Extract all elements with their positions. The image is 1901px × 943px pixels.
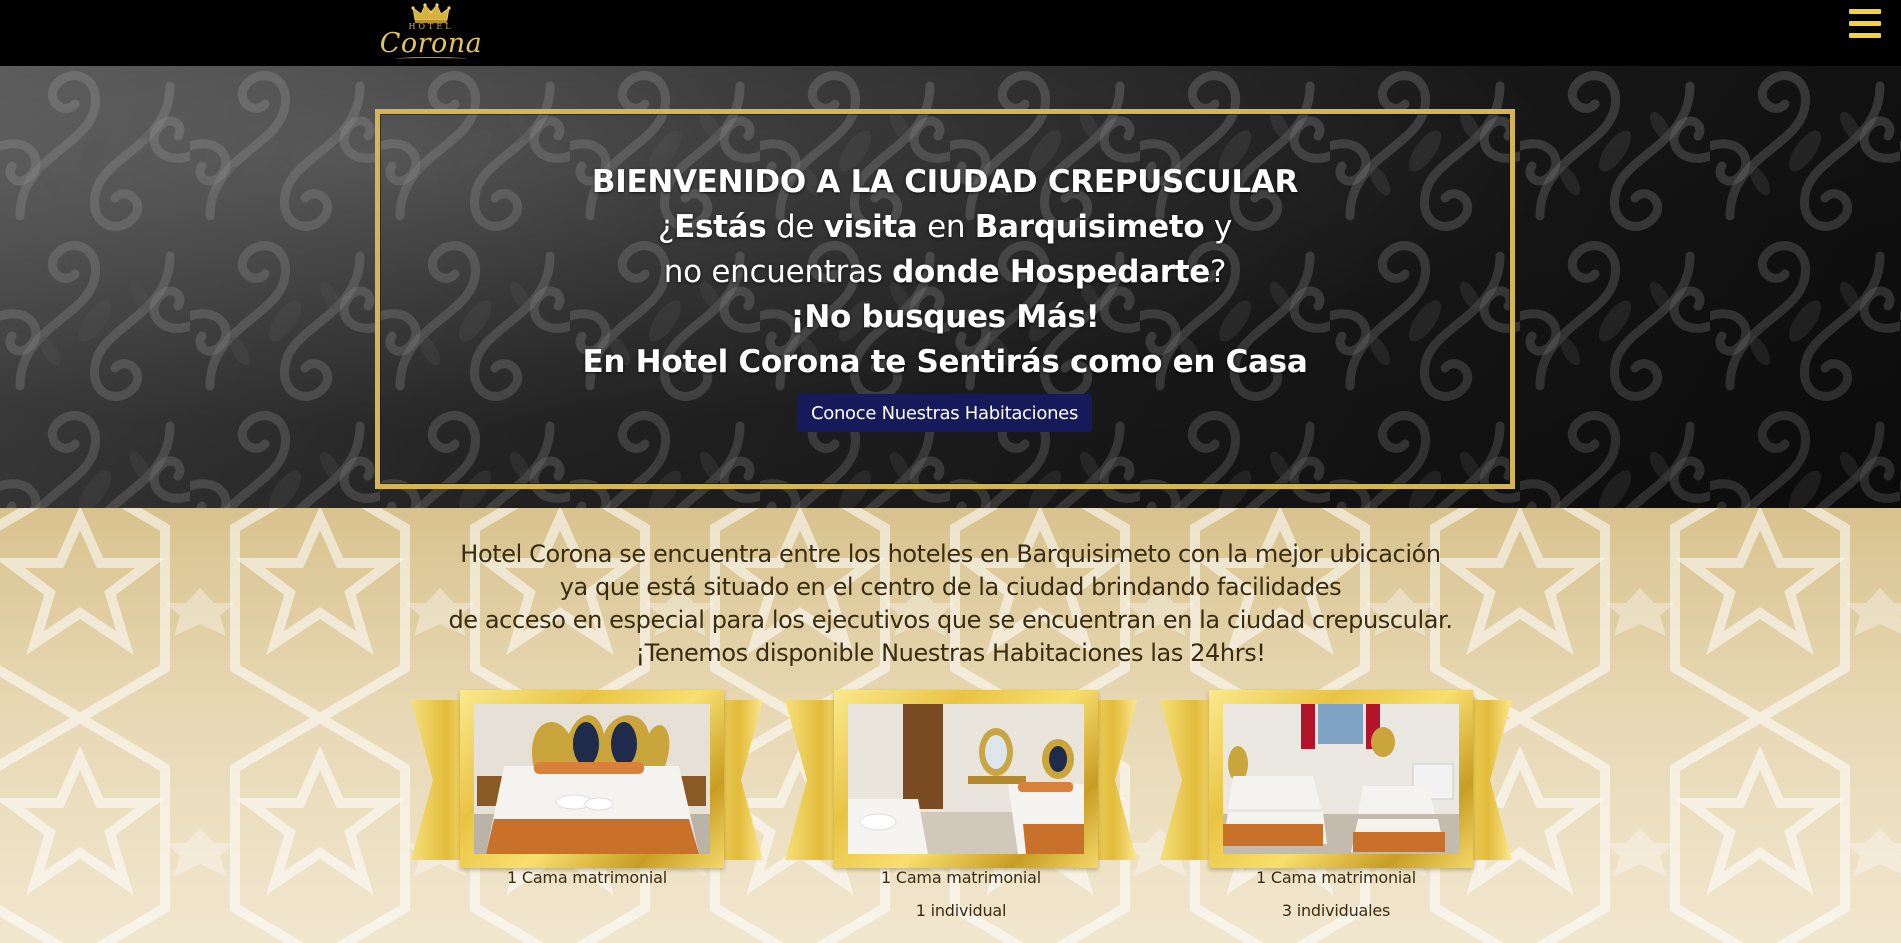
hero-headline: BIENVENIDO A LA CIUDAD CREPUSCULAR ¿Está… (375, 160, 1515, 385)
room-caption: 1 Cama matrimonial (880, 868, 1042, 887)
room-card-2[interactable] (785, 690, 1137, 870)
room-photo-illustration (474, 704, 710, 854)
hotel-logo[interactable]: HOTEL Corona (372, 2, 490, 62)
hero-line-no-busques: ¡No busques Más! (790, 299, 1100, 335)
room-photo-illustration (1223, 704, 1459, 854)
hamburger-menu-button[interactable] (1849, 9, 1881, 39)
hero-text-fragment: visita (823, 209, 918, 245)
about-line: ¡Tenemos disponible Nuestras Habitacione… (635, 639, 1266, 667)
hero-line-home: En Hotel Corona te Sentirás como en Casa (582, 344, 1308, 380)
hero-line-welcome: BIENVENIDO A LA CIUDAD CREPUSCULAR (591, 164, 1299, 200)
hamburger-icon-bar (1849, 21, 1881, 26)
room-caption-secondary: 3 individuales (1281, 901, 1391, 920)
hero-text-fragment: ? (1210, 254, 1227, 290)
room-card-1[interactable] (411, 690, 763, 870)
logo-brand-text: Corona (379, 28, 483, 59)
about-line: Hotel Corona se encuentra entre los hote… (460, 540, 1441, 568)
hamburger-icon (1849, 9, 1881, 14)
hero-line-lodging: no encuentras donde Hospedarte? (375, 250, 1515, 295)
about-line: ya que está situado en el centro de la c… (559, 573, 1342, 601)
room-photo[interactable] (474, 704, 710, 854)
about-text: Hotel Corona se encuentra entre los hote… (0, 538, 1901, 670)
crown-icon (411, 3, 451, 23)
hero-text-fragment: donde Hospedarte (892, 254, 1211, 290)
hero-line-visit: ¿Estás de visita en Barquisimeto y (375, 205, 1515, 250)
hero-text-fragment: no encuentras (663, 254, 893, 290)
about-line: de acceso en especial para los ejecutivo… (448, 606, 1453, 634)
room-caption: 1 Cama matrimonial (1255, 868, 1417, 887)
room-caption: 1 Cama matrimonial (506, 868, 668, 887)
room-photo-illustration (848, 704, 1084, 854)
room-photo[interactable] (848, 704, 1084, 854)
room-caption-secondary: 1 individual (915, 901, 1007, 920)
hero-text-fragment: de (766, 209, 824, 245)
room-photo[interactable] (1223, 704, 1459, 854)
top-navbar: HOTEL Corona (0, 0, 1901, 66)
room-card-3[interactable] (1160, 690, 1512, 870)
hero-text-fragment: ¿ (657, 209, 675, 245)
hero-text-fragment: en (917, 209, 975, 245)
logo-flourish (396, 57, 466, 61)
hero-text-fragment: y (1204, 209, 1233, 245)
view-rooms-button[interactable]: Conoce Nuestras Habitaciones (797, 394, 1092, 432)
hero-text-fragment: Estás (674, 209, 767, 245)
hero-text-fragment: Barquisimeto (974, 209, 1205, 245)
hamburger-icon-bar (1849, 33, 1881, 38)
